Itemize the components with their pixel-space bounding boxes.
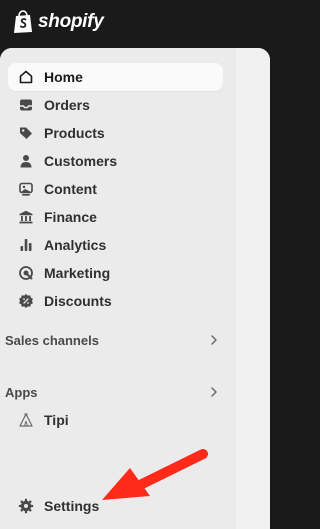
sidebar-item-finance[interactable]: Finance (8, 203, 223, 231)
sidebar-item-home[interactable]: Home (8, 63, 223, 91)
sidebar-item-analytics[interactable]: Analytics (8, 231, 223, 259)
chevron-right-icon (211, 387, 217, 397)
top-bar: shopify (0, 0, 270, 44)
shopify-logo[interactable]: shopify (12, 10, 104, 34)
sidebar-item-customers[interactable]: Customers (8, 147, 223, 175)
bar-chart-icon (18, 237, 34, 253)
person-icon (18, 153, 34, 169)
main-content (236, 48, 270, 529)
sidebar-item-label: Marketing (44, 265, 111, 281)
shopify-bag-icon (14, 10, 32, 33)
apps-header[interactable]: Apps (5, 381, 225, 403)
discount-icon (18, 293, 34, 309)
sidebar-item-label: Content (44, 181, 97, 197)
brand-name: shopify (38, 11, 104, 32)
sidebar-item-label: Finance (44, 209, 97, 225)
inbox-icon (18, 97, 34, 113)
sidebar-item-settings[interactable]: Settings (8, 492, 223, 520)
sidebar-item-label: Analytics (44, 237, 107, 253)
bank-icon (18, 209, 34, 225)
section-label: Apps (5, 384, 38, 400)
sidebar-item-label: Settings (44, 498, 100, 514)
sidebar-item-label: Products (44, 125, 105, 141)
sidebar-item-label: Home (44, 69, 83, 85)
target-icon (18, 265, 34, 281)
sidebar-item-orders[interactable]: Orders (8, 91, 223, 119)
section-label: Sales channels (5, 332, 99, 348)
app-window: shopify Home Orders Products Customers C… (0, 0, 270, 529)
sidebar-item-content[interactable]: Content (8, 175, 223, 203)
sidebar-item-marketing[interactable]: Marketing (8, 259, 223, 287)
sidebar-item-label: Tipi (44, 412, 69, 428)
sidebar-item-label: Discounts (44, 293, 112, 309)
admin-panel: Home Orders Products Customers Content F… (0, 48, 270, 529)
sidebar-item-label: Orders (44, 97, 90, 113)
sales-channels-header[interactable]: Sales channels (5, 329, 225, 351)
sidebar-item-tipi[interactable]: Tipi (8, 406, 223, 434)
home-icon (18, 69, 34, 85)
gear-icon (18, 498, 34, 514)
chevron-right-icon (211, 335, 217, 345)
sidebar: Home Orders Products Customers Content F… (0, 48, 236, 529)
tag-icon (18, 125, 34, 141)
content-icon (18, 181, 34, 197)
sidebar-item-products[interactable]: Products (8, 119, 223, 147)
tipi-icon (18, 412, 34, 428)
sidebar-item-label: Customers (44, 153, 118, 169)
sidebar-item-discounts[interactable]: Discounts (8, 287, 223, 315)
